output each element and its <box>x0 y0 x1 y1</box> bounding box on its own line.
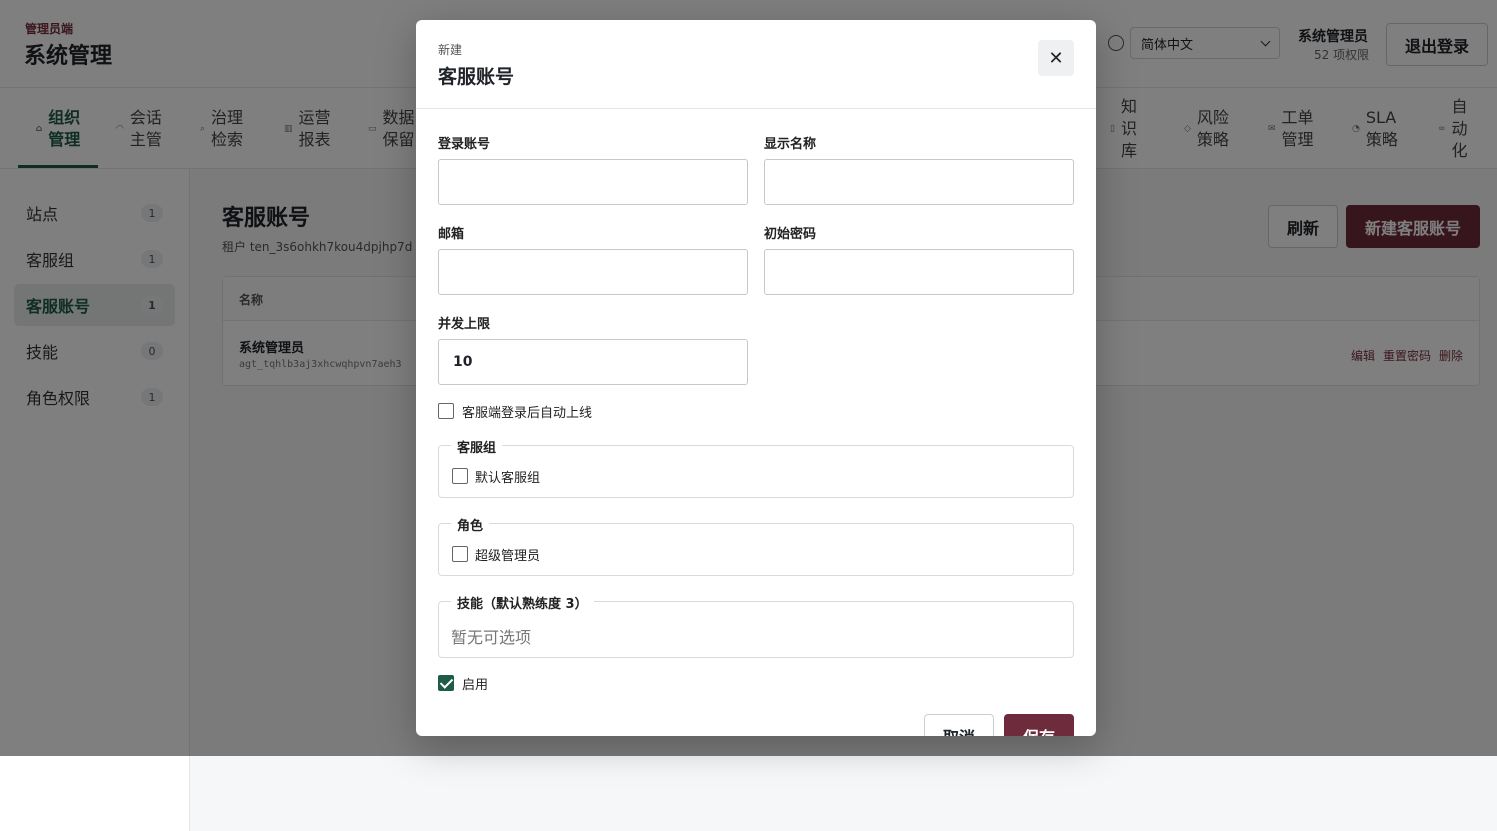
modal-kicker: 新建 <box>438 43 463 57</box>
enabled-checkbox[interactable] <box>438 675 454 691</box>
auto-online-checkbox[interactable] <box>438 403 454 419</box>
group-default-checkbox[interactable] <box>452 468 468 484</box>
roles-legend: 角色 <box>451 515 490 534</box>
role-superadmin-checkbox[interactable] <box>452 546 468 562</box>
email-input[interactable] <box>438 249 748 295</box>
concurrency-label: 并发上限 <box>438 317 491 332</box>
skills-legend: 技能（默认熟练度 3） <box>451 593 594 612</box>
close-icon: ✕ <box>1048 47 1064 69</box>
skills-fieldset: 技能（默认熟练度 3） 暂无可选项 <box>438 593 1074 658</box>
login-label: 登录账号 <box>438 137 491 152</box>
modal-divider <box>416 108 1096 109</box>
password-label: 初始密码 <box>764 227 817 242</box>
cancel-button[interactable]: 取消 <box>924 714 994 736</box>
login-input[interactable] <box>438 159 748 205</box>
modal-title: 客服账号 <box>438 66 515 88</box>
skills-empty-text: 暂无可选项 <box>451 628 532 647</box>
auto-online-label: 客服端登录后自动上线 <box>462 406 593 421</box>
enabled-label: 启用 <box>462 678 489 693</box>
groups-legend: 客服组 <box>451 437 503 456</box>
roles-fieldset: 角色 超级管理员 <box>438 515 1074 576</box>
group-default-label: 默认客服组 <box>475 471 541 486</box>
concurrency-input[interactable]: 10 <box>438 339 748 385</box>
password-input[interactable] <box>764 249 1074 295</box>
display-name-label: 显示名称 <box>764 137 817 152</box>
groups-fieldset: 客服组 默认客服组 <box>438 437 1074 498</box>
display-name-input[interactable] <box>764 159 1074 205</box>
email-label: 邮箱 <box>438 227 465 242</box>
save-button[interactable]: 保存 <box>1004 714 1074 736</box>
role-superadmin-label: 超级管理员 <box>475 549 541 564</box>
create-account-modal: 新建 客服账号 ✕ 登录账号 显示名称 邮箱 初始密码 并发上限 10 客服端登… <box>416 20 1096 736</box>
close-button[interactable]: ✕ <box>1038 40 1074 76</box>
